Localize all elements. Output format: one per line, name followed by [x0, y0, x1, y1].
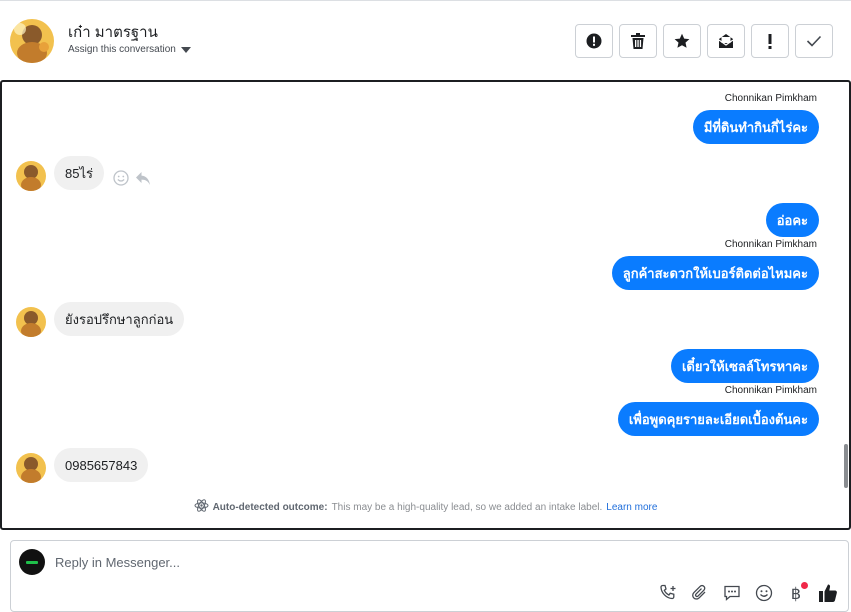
message-tools: [113, 170, 151, 191]
saved-replies-button[interactable]: [722, 583, 742, 603]
contact-avatar-small: [16, 453, 46, 483]
notification-dot: [801, 582, 808, 589]
contact-name: เก๋า มาตรฐาน: [68, 24, 158, 41]
reply-input[interactable]: [55, 551, 815, 573]
thread-scrollbar[interactable]: [844, 444, 848, 488]
contact-avatar-small: [16, 161, 46, 191]
mark-done-button[interactable]: [795, 24, 833, 58]
auto-detected-outcome: Auto-detected outcome: This may be a hig…: [2, 498, 849, 516]
react-smiley-icon[interactable]: [113, 170, 129, 191]
thumbs-up-icon: [819, 584, 837, 602]
emoji-button[interactable]: [754, 583, 774, 603]
incoming-message[interactable]: 85ไร่: [54, 156, 104, 190]
outgoing-message[interactable]: มีที่ดินทำกินกี่ไร่คะ: [692, 110, 819, 144]
contact-avatar[interactable]: [10, 19, 54, 63]
outgoing-message[interactable]: ลูกค้าสะดวกให้เบอร์ติดต่อไหมคะ: [611, 256, 819, 290]
sender-name: Chonnikan Pimkham: [724, 385, 817, 396]
incoming-message[interactable]: 0985657843: [54, 448, 149, 482]
outgoing-message[interactable]: อ่อคะ: [765, 203, 819, 237]
outgoing-message[interactable]: เพื่อพูดคุยรายละเอียดเบื้องต้นคะ: [617, 402, 819, 436]
mark-spam-button[interactable]: [575, 24, 613, 58]
sender-name: Chonnikan Pimkham: [724, 93, 817, 104]
contact-avatar-small: [16, 307, 46, 337]
delete-button[interactable]: [619, 24, 657, 58]
reply-arrow-icon[interactable]: [135, 170, 151, 191]
outgoing-message[interactable]: เดี๋ยวให้เซลล์โทรหาคะ: [670, 349, 819, 383]
composer-toolbar: ฿: [658, 582, 838, 603]
envelope-open-icon: [718, 34, 734, 48]
trash-icon: [631, 33, 645, 49]
paperclip-icon: [692, 584, 706, 600]
conversation-header: เก๋า มาตรฐาน Assign this conversation: [0, 0, 851, 80]
outcome-label: Auto-detected outcome:: [212, 501, 328, 513]
chat-bubble-icon: [724, 585, 740, 601]
checkmark-icon: [806, 35, 822, 47]
incoming-message[interactable]: ยังรอปรึกษาลูกก่อน: [54, 302, 185, 336]
assign-conversation-dropdown[interactable]: Assign this conversation: [68, 44, 191, 55]
reply-composer: ฿: [10, 540, 849, 612]
mark-unread-button[interactable]: [707, 24, 745, 58]
outcome-text: This may be a high-quality lead, so we a…: [331, 501, 603, 513]
phone-plus-icon: [660, 584, 676, 600]
message-thread[interactable]: Chonnikan Pimkham มีที่ดินทำกินกี่ไร่คะ …: [0, 80, 851, 530]
page-avatar: [19, 549, 45, 575]
sender-name: Chonnikan Pimkham: [724, 239, 817, 250]
caret-down-icon: [180, 46, 191, 53]
star-icon: [674, 33, 690, 48]
payment-button[interactable]: ฿: [786, 582, 808, 603]
exclamation-icon: [768, 33, 772, 49]
smiley-icon: [755, 584, 773, 602]
call-button[interactable]: [658, 583, 678, 603]
like-button[interactable]: [818, 583, 838, 603]
conversation-actions: [575, 24, 833, 58]
follow-up-button[interactable]: [751, 24, 789, 58]
assign-label: Assign this conversation: [68, 44, 176, 55]
exclamation-circle-icon: [586, 33, 602, 49]
inbox-conversation-view: เก๋า มาตรฐาน Assign this conversation Ch…: [0, 0, 851, 612]
star-button[interactable]: [663, 24, 701, 58]
attach-button[interactable]: [690, 583, 710, 603]
baht-icon: ฿: [790, 583, 802, 603]
learn-more-link[interactable]: Learn more: [606, 502, 657, 513]
atom-icon: [194, 498, 209, 516]
